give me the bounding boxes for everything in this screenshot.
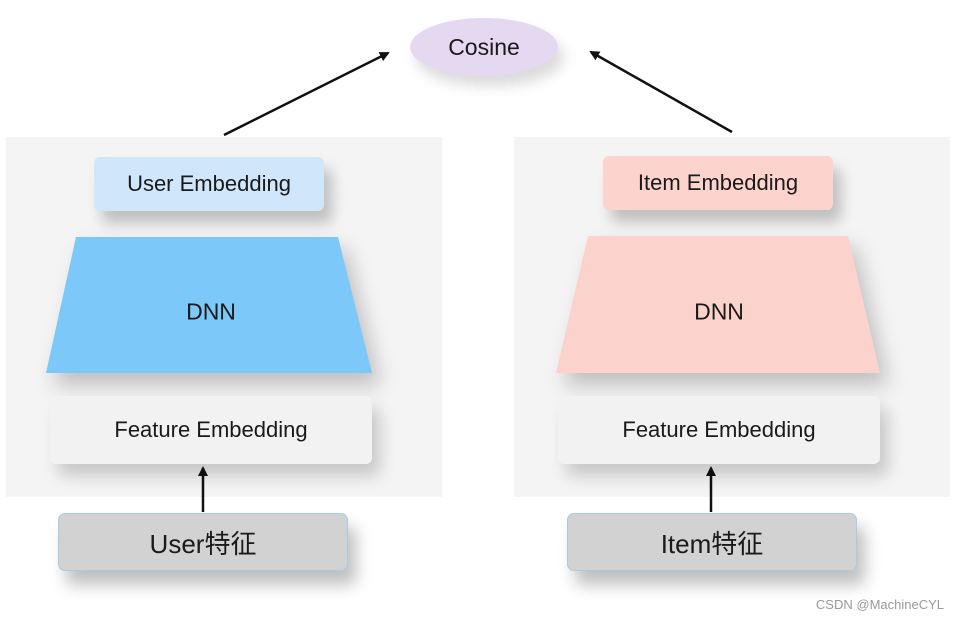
item-features-label: Item特征: [660, 528, 764, 559]
item-features-box: Item特征: [567, 513, 857, 571]
user-feature-embedding-box: Feature Embedding: [50, 396, 372, 464]
watermark: CSDN @MachineCYL: [815, 597, 944, 612]
item-embedding-label: Item Embedding: [637, 170, 799, 195]
user-features-box: User特征: [58, 513, 348, 571]
item-feature-embedding-box: Feature Embedding: [558, 396, 880, 464]
cosine-label: Cosine: [448, 33, 520, 60]
item-to-cosine-arrow: [589, 50, 733, 134]
item-dnn-label: DNN: [694, 298, 744, 325]
user-feature-embedding-label: Feature Embedding: [114, 417, 308, 442]
user-features-label: User特征: [149, 528, 257, 559]
item-embedding-box: Item Embedding: [603, 156, 833, 210]
user-embedding-label: User Embedding: [127, 171, 291, 196]
user-embedding-box: User Embedding: [94, 157, 324, 211]
cosine-node: Cosine: [410, 18, 558, 76]
item-feature-embedding-label: Feature Embedding: [622, 417, 816, 442]
user-to-cosine-arrow: [223, 51, 390, 137]
user-dnn-label: DNN: [186, 298, 236, 325]
